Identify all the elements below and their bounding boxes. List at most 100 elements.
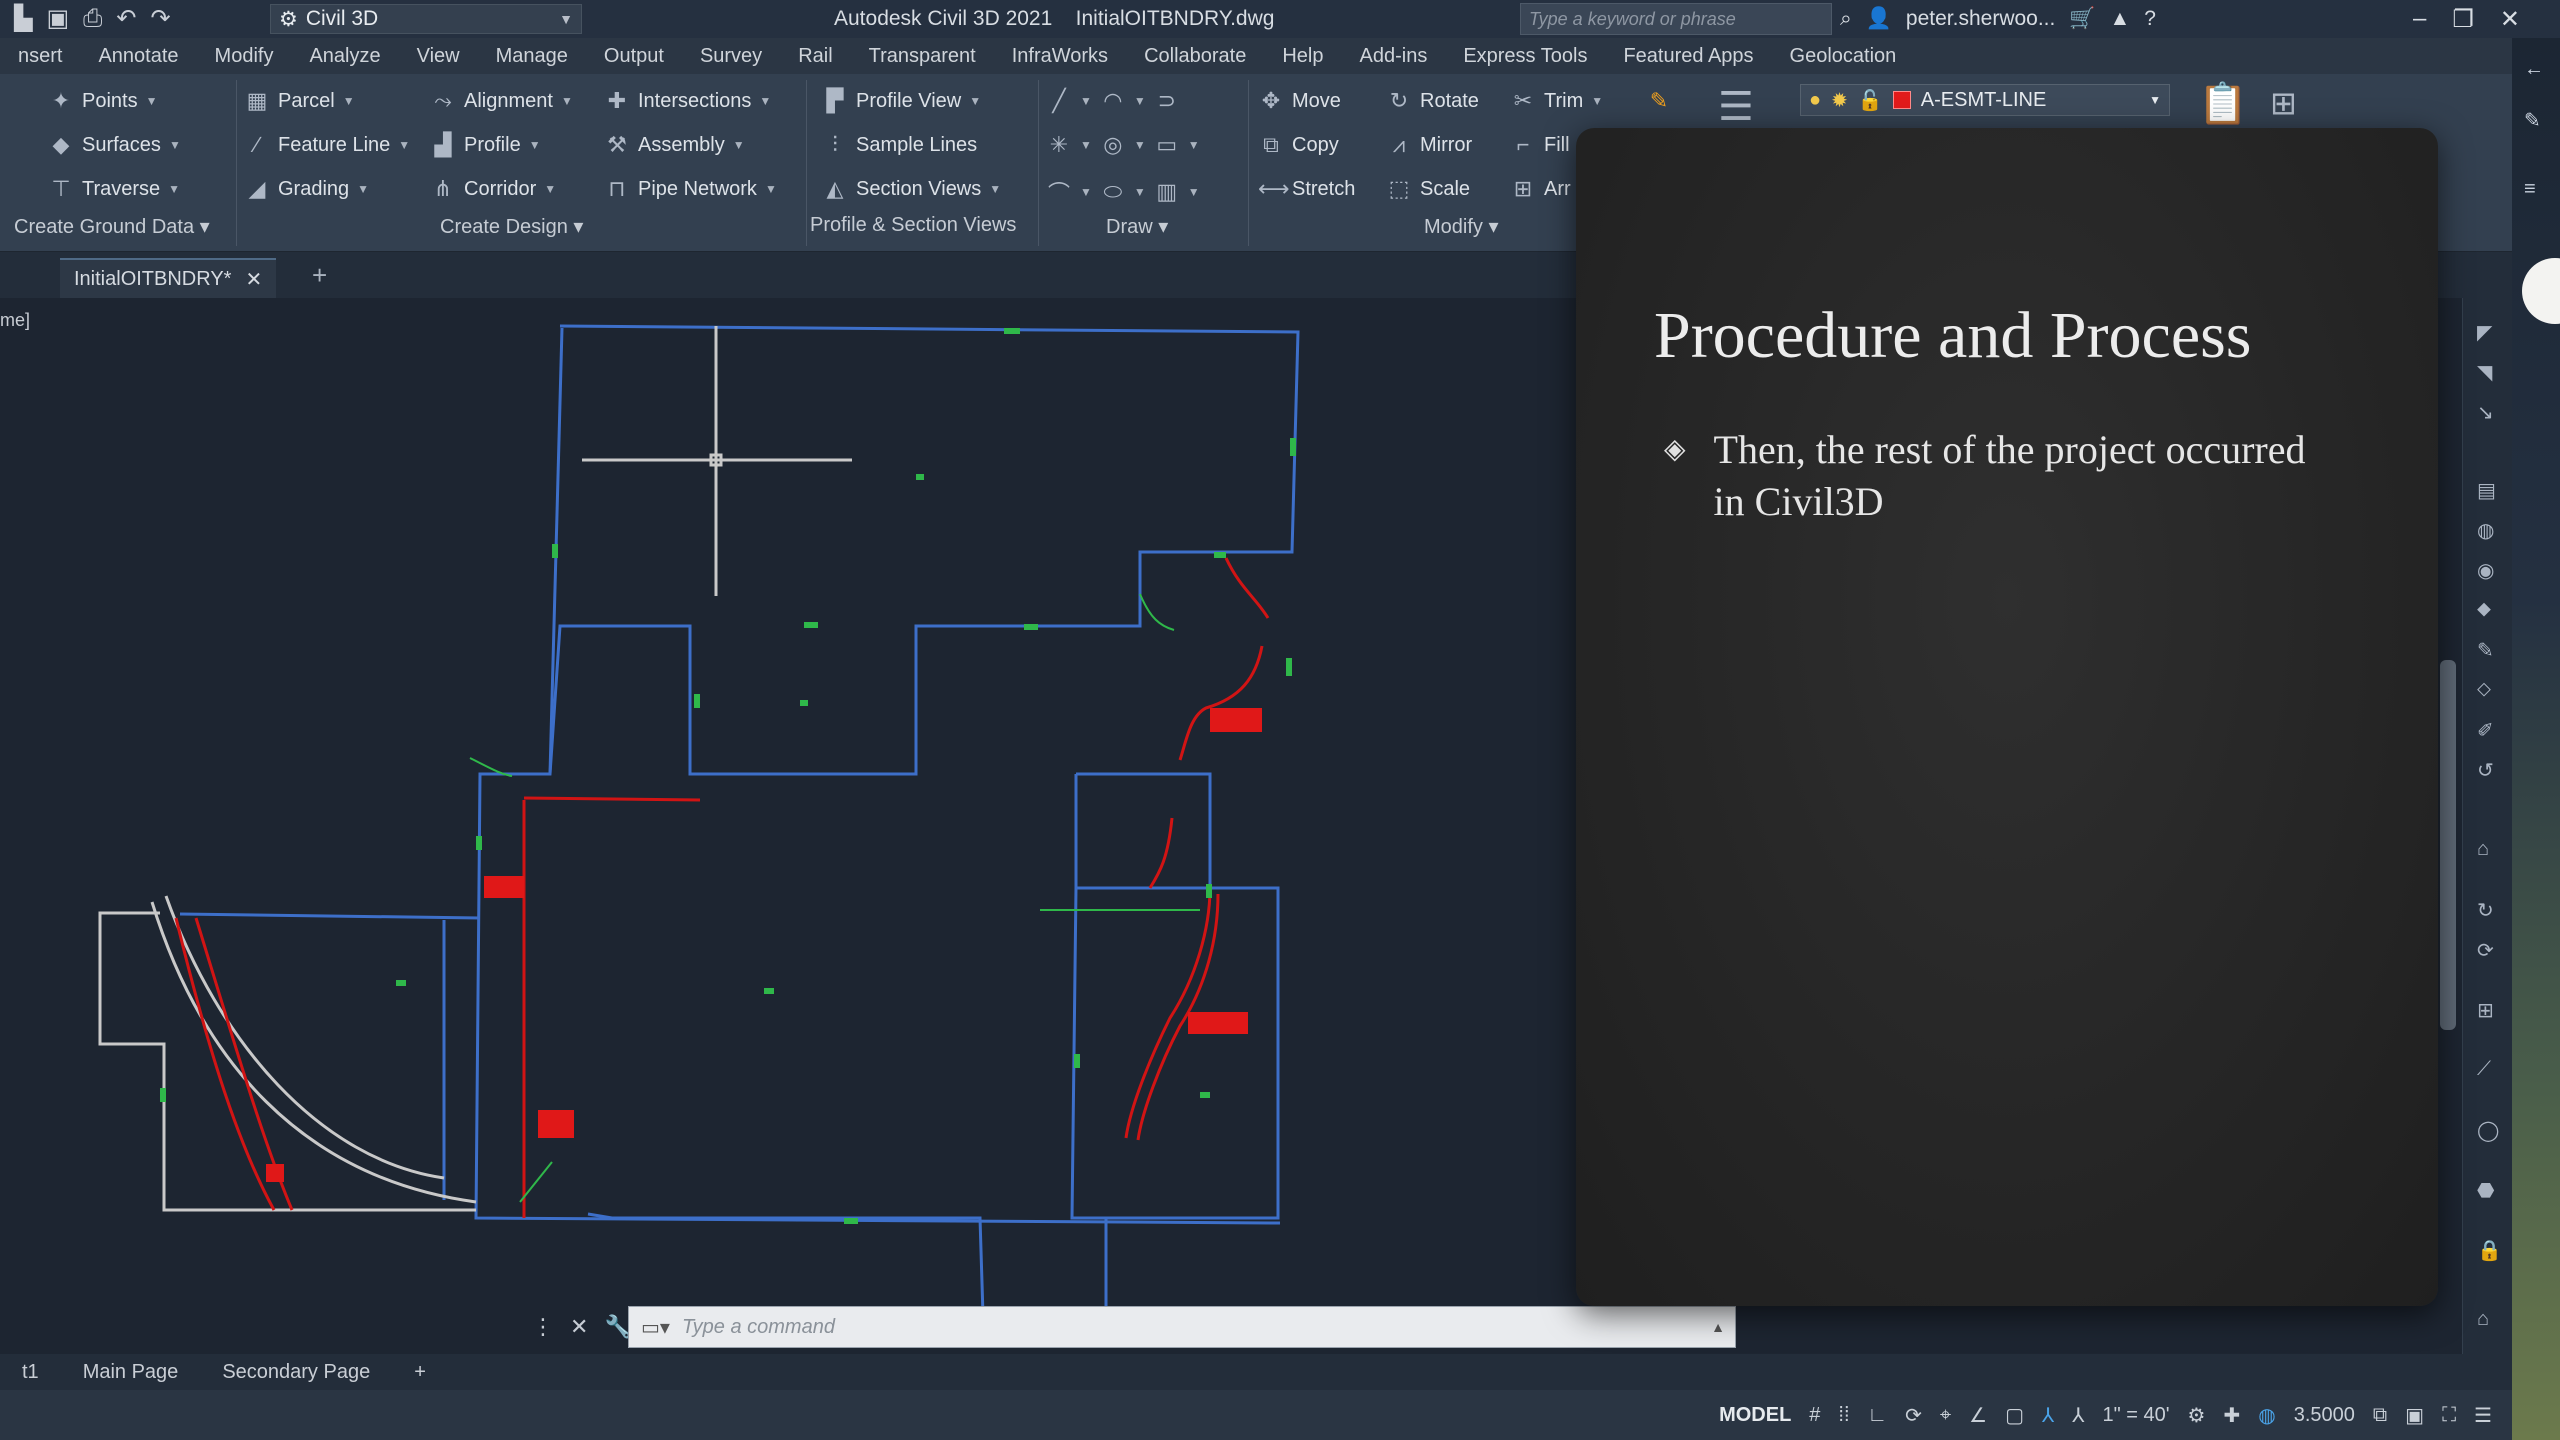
select-icon[interactable]: ◥ (2477, 360, 2492, 385)
user-name[interactable]: peter.sherwoo... (1906, 7, 2055, 31)
undo-icon[interactable]: ↺ (2477, 758, 2494, 783)
line-tool[interactable]: ╱ ▼ ◠ ▼ ⊃ (1046, 88, 1180, 114)
grid-icon[interactable]: ⊞ (2477, 998, 2494, 1023)
close-icon[interactable]: ✕ (245, 267, 262, 292)
copy-button[interactable]: ⧉ Copy (1258, 132, 1339, 158)
gear-icon[interactable]: ⚙ (2188, 1403, 2206, 1428)
restore-icon[interactable]: ❐ (2452, 5, 2474, 34)
menu-item[interactable]: Collaborate (1126, 38, 1264, 74)
annotation-scale-icon[interactable]: ⅄ (2072, 1403, 2084, 1428)
array-button[interactable]: ⊞ Arr (1510, 176, 1571, 202)
rotate-button[interactable]: ↻ Rotate (1386, 88, 1479, 114)
fillet-button[interactable]: ⌐ Fill (1510, 132, 1570, 158)
osnap-icon[interactable]: ⌖ (1940, 1404, 1951, 1427)
document-icon[interactable]: ▤ (2477, 478, 2496, 503)
point-tool[interactable]: ✳ ▼ ◎ ▼ ▭ ▼ (1046, 132, 1200, 158)
house-icon[interactable]: ⌂ (2477, 1308, 2489, 1331)
parcel-button[interactable]: ▦ Parcel ▼ (244, 88, 355, 114)
block-button[interactable]: ⊞ (2270, 84, 2297, 122)
design-group-label[interactable]: Create Design ▾ (440, 214, 583, 239)
vertical-scrollbar[interactable] (2440, 660, 2456, 1030)
close-icon[interactable]: ✕ (2500, 5, 2520, 34)
layer-dropdown[interactable]: ● ✹ 🔓 A-ESMT-LINE ▼ (1800, 84, 2170, 116)
layout-tab[interactable]: t1 (0, 1354, 61, 1390)
menu-item[interactable]: InfraWorks (994, 38, 1126, 74)
grid-icon[interactable]: # (1809, 1404, 1820, 1427)
menu-item[interactable]: Rail (780, 38, 850, 74)
scale-readout[interactable]: 1" = 40' (2102, 1404, 2169, 1427)
grading-button[interactable]: ◢ Grading ▼ (244, 176, 370, 202)
close-icon[interactable]: ✕ (570, 1314, 588, 1340)
menu-item[interactable]: Featured Apps (1605, 38, 1771, 74)
lock-icon[interactable]: 🔒 (2477, 1238, 2502, 1263)
command-history-icon[interactable]: ▭▾ (641, 1315, 670, 1340)
customize-icon[interactable]: ☰ (2474, 1403, 2492, 1428)
points-button[interactable]: ✦ Points ▼ (48, 88, 158, 114)
map-icon[interactable]: ◉ (2477, 558, 2494, 583)
sample-lines-button[interactable]: ⫶ Sample Lines (822, 132, 977, 158)
menu-item[interactable]: nsert (0, 38, 80, 74)
menu-item[interactable]: Help (1264, 38, 1341, 74)
corridor-button[interactable]: ⋔ Corridor ▼ (430, 176, 556, 202)
menu-item[interactable]: Output (586, 38, 682, 74)
open-icon[interactable]: ▙ (14, 0, 32, 38)
angle-icon[interactable]: ∠ (1969, 1403, 1987, 1428)
redo-icon[interactable]: ↷ (150, 0, 170, 38)
menu-item[interactable]: Transparent (851, 38, 994, 74)
value-readout[interactable]: 3.5000 (2294, 1404, 2355, 1427)
menu-item[interactable]: Analyze (291, 38, 398, 74)
user-icon[interactable]: 👤 (1866, 7, 1892, 31)
command-line[interactable]: ▭▾ Type a command ▲ (628, 1306, 1736, 1348)
save-icon[interactable]: ▣ (46, 0, 69, 38)
polar-icon[interactable]: ⟳ (1905, 1403, 1922, 1428)
menu-item[interactable]: Express Tools (1445, 38, 1605, 74)
spline-tool[interactable]: ⌒ ▼ ⬭ ▼ ▥ ▼ (1046, 176, 1200, 208)
isolate-icon[interactable]: ⧉ (2373, 1404, 2387, 1427)
modify-group-label[interactable]: Modify ▾ (1424, 214, 1499, 239)
layout-tab[interactable]: Secondary Page (200, 1354, 392, 1390)
print-icon[interactable]: ⎙ (83, 0, 102, 38)
autodesk-icon[interactable]: ▲ (2110, 7, 2131, 31)
pipe-network-button[interactable]: ⊓ Pipe Network ▼ (604, 176, 776, 202)
menu-item[interactable]: Survey (682, 38, 780, 74)
chevron-up-icon[interactable]: ▲ (1711, 1319, 1725, 1335)
traverse-button[interactable]: ⊤ Traverse ▼ (48, 176, 180, 202)
pen-icon[interactable]: ✐ (2477, 718, 2494, 743)
hardware-icon[interactable]: ▣ (2405, 1403, 2424, 1428)
circle-icon[interactable]: ◯ (2477, 1118, 2499, 1143)
help-icon[interactable]: ? (2144, 7, 2156, 31)
pencil-tool[interactable]: ✎ (1646, 88, 1672, 114)
ground-group-label[interactable]: Create Ground Data ▾ (14, 214, 210, 239)
stamp-icon[interactable]: ⬣ (2477, 1178, 2494, 1203)
draw-group-label[interactable]: Draw ▾ (1106, 214, 1168, 239)
menu-item[interactable]: View (399, 38, 478, 74)
cart-icon[interactable]: 🛒 (2069, 7, 2095, 31)
snap-icon[interactable]: ⁞⁞ (1838, 1404, 1849, 1427)
pen-icon[interactable]: ✎ (2524, 108, 2541, 133)
tag-icon[interactable]: ⬦ (2477, 678, 2491, 701)
ortho-icon[interactable]: ∟ (1868, 1404, 1888, 1427)
arrow-icon[interactable]: ↘ (2477, 400, 2494, 425)
section-views-button[interactable]: ◭ Section Views ▼ (822, 176, 1002, 202)
globe-icon[interactable]: ◍ (2477, 518, 2494, 543)
edit-icon[interactable]: ✎ (2477, 638, 2494, 663)
menu-item[interactable]: Geolocation (1772, 38, 1915, 74)
navigate-icon[interactable]: ◤ (2477, 320, 2492, 345)
profile-button[interactable]: ▟ Profile ▼ (430, 132, 541, 158)
plus-icon[interactable]: ✚ (2223, 1403, 2240, 1428)
model-space-toggle[interactable]: MODEL (1719, 1404, 1791, 1427)
search-input[interactable]: Type a keyword or phrase (1520, 3, 1832, 35)
arrow-left-icon[interactable]: ← (2524, 58, 2544, 81)
menu-item[interactable]: Modify (197, 38, 292, 74)
menu-item[interactable]: Annotate (80, 38, 196, 74)
workspace-dropdown[interactable]: ⚙ Civil 3D ▼ (270, 4, 582, 34)
loop-icon[interactable]: ↻ (2477, 898, 2494, 923)
add-layout-button[interactable]: + (392, 1354, 448, 1390)
new-tab-button[interactable]: + (312, 260, 327, 291)
layout-tab[interactable]: Main Page (61, 1354, 201, 1390)
search-icon[interactable]: ⌕ (1840, 7, 1852, 31)
menu-item[interactable]: Add-ins (1342, 38, 1446, 74)
dynucs-icon[interactable]: ▢ (2005, 1403, 2024, 1428)
move-button[interactable]: ✥ Move (1258, 88, 1341, 114)
intersections-button[interactable]: ✚ Intersections ▼ (604, 88, 772, 114)
